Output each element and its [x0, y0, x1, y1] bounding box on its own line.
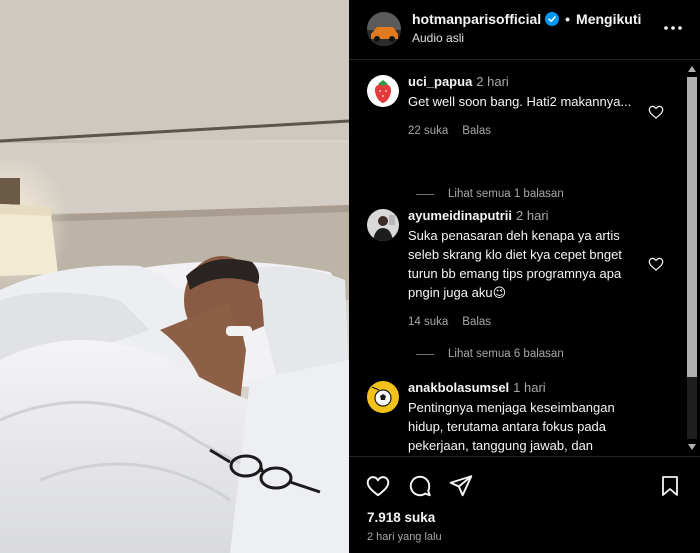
comment-button[interactable] — [407, 473, 433, 499]
more-icon — [664, 26, 682, 30]
post-image — [0, 0, 349, 553]
author-username[interactable]: hotmanparisofficial — [412, 11, 541, 27]
comment-likes[interactable]: 22 suka — [408, 125, 448, 137]
comment-time[interactable]: 2 hari — [516, 208, 549, 223]
post-header: hotmanparisofficial • Mengikuti Audio as… — [349, 0, 700, 60]
comment-username[interactable]: uci_papua — [408, 74, 472, 89]
verified-badge-icon — [545, 12, 560, 26]
commenter-avatar[interactable] — [367, 209, 399, 241]
share-icon — [449, 475, 473, 497]
save-button[interactable] — [657, 473, 683, 499]
post-sidebar: hotmanparisofficial • Mengikuti Audio as… — [349, 0, 700, 553]
comment-likes[interactable]: 14 suka — [408, 316, 448, 328]
comment-text: Pentingnya menjaga keseimbangan hidup, t… — [408, 400, 615, 453]
scroll-down-button[interactable] — [686, 441, 698, 453]
view-replies-link[interactable]: Lihat semua 6 balasan — [416, 348, 564, 360]
post-timestamp[interactable]: 2 hari yang lalu — [367, 531, 442, 543]
commenter-avatar[interactable] — [367, 381, 399, 413]
reply-button[interactable]: Balas — [462, 125, 491, 137]
replies-line — [416, 353, 434, 355]
following-button[interactable]: Mengikuti — [576, 11, 641, 27]
bookmark-icon — [662, 476, 678, 496]
comment-username[interactable]: anakbolasumsel — [408, 380, 509, 395]
like-button[interactable] — [365, 473, 391, 499]
like-count[interactable]: 7.918 suka — [367, 510, 435, 525]
chevron-down-icon — [688, 444, 696, 450]
heart-icon[interactable] — [647, 103, 665, 121]
comment-time[interactable]: 1 hari — [513, 380, 546, 395]
comment-body: ayumeidinaputrii 2 hari Suka penasaran de… — [408, 207, 644, 328]
view-replies-link[interactable]: Lihat semua 1 balasan — [416, 188, 564, 200]
share-button[interactable] — [448, 473, 474, 499]
view-replies-text: Lihat semua 6 balasan — [448, 348, 564, 360]
scrollbar-thumb[interactable] — [687, 77, 697, 377]
comment-time[interactable]: 2 hari — [476, 74, 509, 89]
chevron-up-icon — [688, 66, 696, 72]
commenter-avatar[interactable] — [367, 75, 399, 107]
comment-meta: 22 suka Balas — [408, 125, 644, 137]
comments-scrollbar[interactable] — [683, 61, 700, 456]
comment-text: Get well soon bang. Hati2 makannya... — [408, 94, 632, 109]
separator: • — [565, 11, 571, 27]
action-bar: 7.918 suka 2 hari yang lalu — [349, 456, 700, 553]
more-options-button[interactable] — [661, 16, 685, 40]
comment-meta: 14 suka Balas — [408, 316, 644, 328]
heart-icon — [366, 476, 390, 497]
replies-line — [416, 193, 434, 195]
comments-list: uci_papua 2 hari Get well soon bang. Hati… — [349, 61, 700, 456]
comment-body: anakbolasumsel 1 hari Pentingnya menjaga … — [408, 379, 644, 455]
author-line: hotmanparisofficial • Mengikuti — [412, 11, 641, 27]
comment-username[interactable]: ayumeidinaputrii — [408, 208, 512, 223]
comment-text: Suka penasaran deh kenapa ya artis seleb… — [408, 228, 622, 300]
audio-link[interactable]: Audio asli — [412, 31, 464, 45]
comment-body: uci_papua 2 hari Get well soon bang. Hati… — [408, 73, 644, 137]
scroll-up-button[interactable] — [686, 63, 698, 75]
post-photo[interactable] — [0, 0, 349, 553]
reply-button[interactable]: Balas — [462, 316, 491, 328]
heart-icon[interactable] — [647, 255, 665, 273]
comment-icon — [409, 475, 431, 497]
view-replies-text: Lihat semua 1 balasan — [448, 188, 564, 200]
author-avatar[interactable] — [367, 12, 401, 46]
